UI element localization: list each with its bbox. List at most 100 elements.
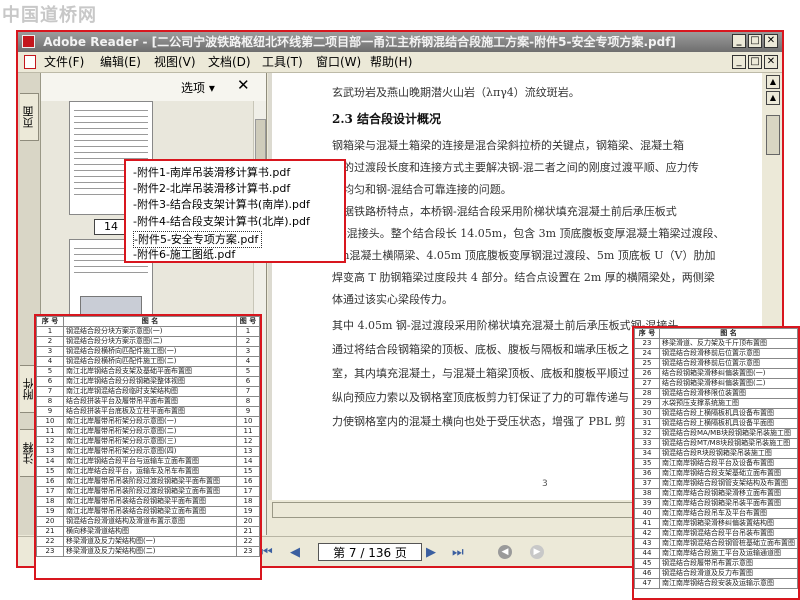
menu-window[interactable]: 窗口(W) <box>316 52 361 72</box>
table-cell: 34 <box>634 448 660 459</box>
document-window-controls: _ □ ✕ <box>732 55 778 69</box>
first-page-icon[interactable]: ⏮ <box>261 545 273 560</box>
table-cell: 钢混结合段滑移前后位置示意图 <box>659 358 798 369</box>
table-cell: 3 <box>36 346 64 357</box>
last-page-icon[interactable]: ⏭ <box>452 545 464 560</box>
options-menu[interactable]: 选项 ▾ <box>181 79 215 96</box>
menu-view[interactable]: 视图(V) <box>154 52 196 72</box>
table-cell: 南江北岸结合段平台，运输车及吊车布置图 <box>63 466 237 477</box>
table-row: 9 结合段拼装平台底板及立柱平面布置图 9 <box>36 406 260 417</box>
table-cell: 36 <box>634 468 660 479</box>
doc-restore-button[interactable]: □ <box>748 55 762 69</box>
table-cell: 18 <box>236 496 260 507</box>
table-cell: 南江北岸履带吊桁架分段示意图(三) <box>63 436 237 447</box>
section-heading: 2.3 结合段设计概况 <box>332 112 442 126</box>
go-forward-icon[interactable]: ▶ <box>530 545 544 559</box>
attachment-item[interactable]: -附件1-南岸吊装滑移计算书.pdf <box>133 165 290 180</box>
scroll-up-icon[interactable]: ▲ <box>766 91 780 105</box>
doc-minimize-button[interactable]: _ <box>732 55 746 69</box>
table-cell: 38 <box>634 488 660 499</box>
menu-tools[interactable]: 工具(T) <box>262 52 303 72</box>
table-cell: 14 <box>36 456 64 467</box>
table-row: 7 南江北岸钢混结合段临时支架结构图 7 <box>36 386 260 397</box>
table-row: 10 南江北岸履带吊桁架分段示意图(一) 10 <box>36 416 260 427</box>
table-cell: 13 <box>36 446 64 457</box>
table-header-cell: 图 名 <box>63 316 237 327</box>
table-cell: 12 <box>236 436 260 447</box>
table-row: 15 南江北岸结合段平台，运输车及吊车布置图 15 <box>36 466 260 477</box>
table-cell: 南江南岸钢混结合段钢管桩基础立面布置图 <box>659 538 798 549</box>
table-row: 14 南江北岸钢结合段平台与运输车立面布置图 14 <box>36 456 260 467</box>
table-cell: 南江北岸履带吊吊装结合段钢箱梁立面布置图 <box>63 506 237 517</box>
table-header-row: 序 号图 名图 号 <box>36 316 260 327</box>
table-row: 23 移梁滑道、反力架及千斤顶布置图 <box>634 338 798 349</box>
table-cell: 19 <box>236 506 260 517</box>
table-row: 5 南江北岸钢结合段支架及基础平面布置图 5 <box>36 366 260 377</box>
close-button[interactable]: ✕ <box>764 34 778 48</box>
table-cell: 43 <box>634 538 660 549</box>
table-cell: 2 <box>36 336 64 347</box>
table-row: 3 钢混结合段横桥向匹配件施工图(一) 3 <box>36 346 260 357</box>
table-row: 2 钢混结合段分块方案示意图(二) 2 <box>36 336 260 347</box>
scroll-page-up-icon[interactable]: ▲ <box>766 75 780 89</box>
table-row: 30 钢混结合段上横隔板机具设备布置图 <box>634 408 798 419</box>
attachment-item-selected[interactable]: -附件5-安全专项方案.pdf <box>133 231 263 248</box>
table-cell: 钢混结合段MT/M8块段钢箱梁吊装施工图 <box>659 438 798 449</box>
table-cell: 44 <box>634 548 660 559</box>
table-cell: 15 <box>236 466 260 477</box>
attachment-item[interactable]: -附件3-结合段支架计算书(南岸).pdf <box>133 197 310 212</box>
table-cell: 21 <box>36 526 64 537</box>
tab-pages[interactable]: 页面 <box>20 93 39 141</box>
table-cell: 钢混结合段MA/MB块段钢箱梁吊装施工图 <box>659 428 798 439</box>
minimize-button[interactable]: _ <box>732 34 746 48</box>
menu-document[interactable]: 文档(D) <box>208 52 251 72</box>
attachments-list: -附件1-南岸吊装滑移计算书.pdf -附件2-北岸吊装滑移计算书.pdf -附… <box>124 159 346 263</box>
table-cell: 南江北岸钢结合段支架及基础平面布置图 <box>63 366 237 377</box>
go-back-icon[interactable]: ◀ <box>498 545 512 559</box>
table-row: 19 南江北岸履带吊吊装结合段钢箱梁立面布置图 19 <box>36 506 260 517</box>
table-cell: 南江北岸履带吊吊装阶段过渡段钢箱梁立面布置图 <box>63 486 237 497</box>
table-cell: 南江南岸钢箱梁滑移纠偏装置结构图 <box>659 518 798 529</box>
page-number-field[interactable]: 第 7 / 136 页 <box>318 543 422 561</box>
table-cell: 钢混结合段上横隔板机具设备布置图 <box>659 408 798 419</box>
table-cell: 钢混结合段上横隔板机具设备平面图 <box>659 418 798 429</box>
table-row: 42 南江南岸钢混结合段平台吊装布置图 <box>634 528 798 539</box>
doc-line: 梁的过渡段长度和连接方式主要解决钢-混二者之间的刚度过渡平顺、应力传 <box>332 161 699 174</box>
table-row: 27 结合段钢箱梁滑移纠偏装置图(二) <box>634 378 798 389</box>
table-row: 1 钢混结合段分块方案示意图(一) 1 <box>36 326 260 337</box>
scroll-thumb[interactable] <box>766 115 780 155</box>
table-row: 20 钢混结合段滑道结构及滑道布置示意图 20 <box>36 516 260 527</box>
doc-close-button[interactable]: ✕ <box>764 55 778 69</box>
table-cell: 南江南岸结合段施工平台及运输通道图 <box>659 548 798 559</box>
next-page-icon[interactable]: ▶ <box>426 545 436 560</box>
table-header-row: 序 号图 名 <box>634 328 798 339</box>
menu-edit[interactable]: 编辑(E) <box>100 52 141 72</box>
attachment-item[interactable]: -附件6-施工图纸.pdf <box>133 247 235 262</box>
table-cell: 南江北岸履带吊桁架分段示意图(二) <box>63 426 237 437</box>
doc-line: 钢箱梁与混凝土箱梁的连接是混合梁斜拉桥的关键点，钢箱梁、混凝土箱 <box>332 139 684 152</box>
menu-file[interactable]: 文件(F) <box>44 52 84 72</box>
document-icon[interactable] <box>24 55 36 69</box>
table-row: 21 横向移梁滑道结构图 21 <box>36 526 260 537</box>
table-cell: 南江南岸结合段钢箱梁滑移立面布置图 <box>659 488 798 499</box>
table-row: 43 南江南岸钢混结合段钢管桩基础立面布置图 <box>634 538 798 549</box>
table-row: 31 钢混结合段上横隔板机具设备平面图 <box>634 418 798 429</box>
table-cell: 横向移梁滑道结构图 <box>63 526 237 537</box>
page-number: 3 <box>542 479 548 489</box>
table-cell: 28 <box>634 388 660 399</box>
table-cell: 5 <box>236 366 260 377</box>
menu-help[interactable]: 帮助(H) <box>370 52 412 72</box>
table-cell: 钢混结合段横桥向匹配件施工图(二) <box>63 356 237 367</box>
attachment-item[interactable]: -附件4-结合段支架计算书(北岸).pdf <box>133 214 310 229</box>
previous-page-icon[interactable]: ◀ <box>290 545 300 560</box>
table-cell: 46 <box>634 568 660 579</box>
table-cell: 16 <box>236 476 260 487</box>
maximize-button[interactable]: □ <box>748 34 762 48</box>
attachment-item[interactable]: -附件2-北岸吊装滑移计算书.pdf <box>133 181 290 196</box>
panel-close-icon[interactable]: ✕ <box>237 76 250 94</box>
table-cell: 20 <box>36 516 64 527</box>
table-cell: 16 <box>36 476 64 487</box>
table-cell: 南江南岸钢结合段支架基础立面布置图 <box>659 468 798 479</box>
doc-line: 纵向预应力索以及钢格室顶底板剪力钉保证了力的可靠传递与 <box>332 391 629 404</box>
table-cell: 南江南岸钢混结合段平台吊装布置图 <box>659 528 798 539</box>
